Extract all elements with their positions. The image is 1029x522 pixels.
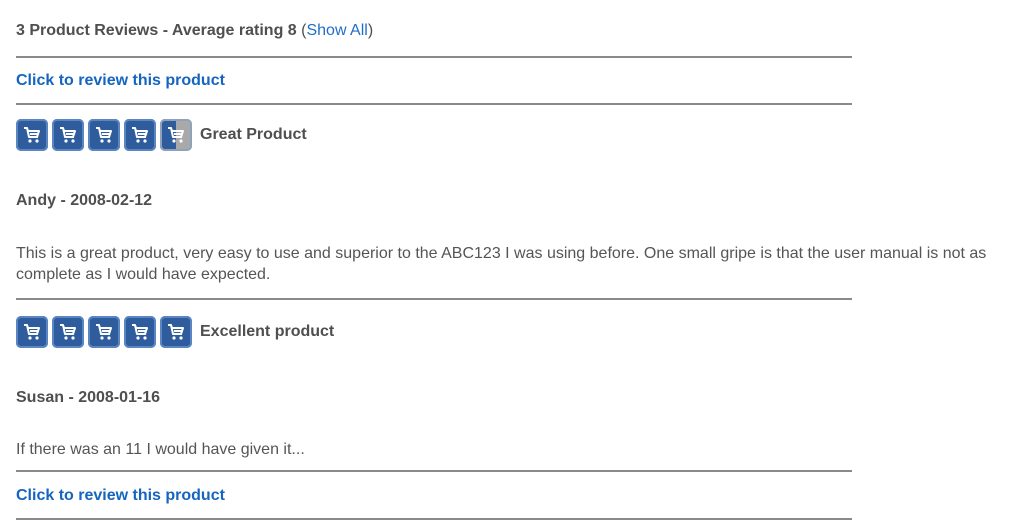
shopping-cart-icon [124, 119, 156, 151]
review-rating-2: Excellent product [16, 316, 334, 348]
reviews-summary: 3 Product Reviews - Average rating 8 (Sh… [16, 22, 374, 39]
shopping-cart-icon [16, 119, 48, 151]
shopping-cart-icon [88, 316, 120, 348]
shopping-cart-icon [124, 316, 156, 348]
review-product-link-top[interactable]: Click to review this product [16, 72, 225, 90]
review-title: Great Product [200, 126, 307, 143]
review-author-date: Andy - 2008-02-12 [16, 192, 153, 209]
review-body: If there was an 11 I would have given it… [16, 441, 305, 458]
divider [16, 470, 852, 472]
shopping-cart-icon [52, 316, 84, 348]
divider [16, 518, 852, 520]
review-rating-1: Great Product [16, 119, 307, 151]
shopping-cart-icon [160, 316, 192, 348]
review-title: Excellent product [200, 323, 335, 340]
shopping-cart-icon [88, 119, 120, 151]
shopping-cart-icon [52, 119, 84, 151]
reviews-summary-text: 3 Product Reviews - Average rating 8 [16, 22, 297, 39]
divider [16, 56, 852, 58]
shopping-cart-icon [16, 316, 48, 348]
review-body: This is a great product, very easy to us… [16, 245, 987, 283]
divider [16, 103, 852, 105]
review-product-link-bottom[interactable]: Click to review this product [16, 487, 225, 505]
divider [16, 298, 852, 300]
show-all-link[interactable]: Show All [306, 22, 367, 39]
shopping-cart-icon [160, 119, 192, 151]
review-author-date: Susan - 2008-01-16 [16, 389, 161, 406]
